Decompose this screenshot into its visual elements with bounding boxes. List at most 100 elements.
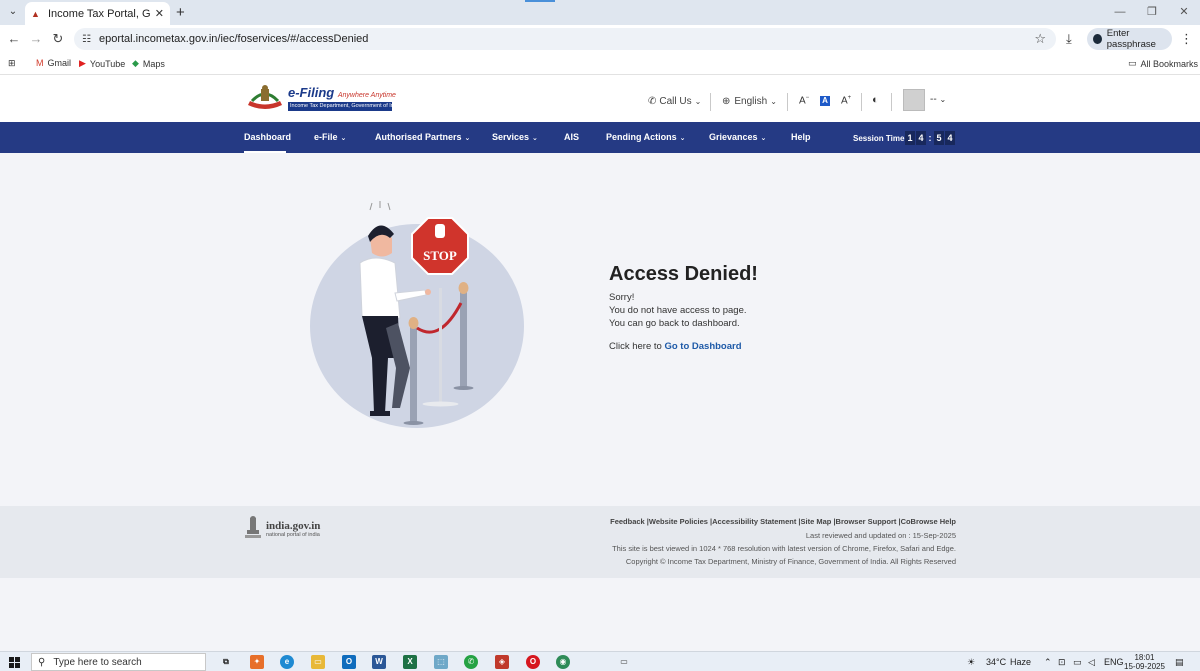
user-menu[interactable]: -- ⌄ <box>930 94 946 105</box>
header-divider <box>787 93 788 111</box>
header-divider <box>710 93 711 111</box>
session-time-label: Session Time <box>853 134 905 143</box>
nav-authorised-partners[interactable]: Authorised Partners ⌄ <box>375 132 470 142</box>
tab-search-icon[interactable]: ⌄ <box>6 5 20 19</box>
session-colon: : <box>928 133 932 143</box>
temperature[interactable]: 34°C <box>986 657 1006 667</box>
weather-icon[interactable]: ☀ <box>967 657 975 668</box>
font-decrease-button[interactable]: A− <box>799 95 809 106</box>
whatsapp-icon[interactable]: ✆ <box>464 655 478 669</box>
apps-grid-icon[interactable]: ⊞ <box>8 58 16 69</box>
call-us-dropdown[interactable]: ✆ Call Us ⌄ <box>648 96 701 107</box>
bookmark-maps[interactable]: ◆ Maps <box>132 58 165 69</box>
bookmark-label: YouTube <box>89 58 126 69</box>
font-increase-button[interactable]: A+ <box>841 95 851 106</box>
new-tab-icon[interactable]: + <box>176 4 185 21</box>
nav-ais[interactable]: AIS <box>564 132 579 142</box>
bookmark-youtube[interactable]: ▶ YouTube <box>79 58 125 69</box>
sorry-text: Sorry! <box>609 292 635 303</box>
nav-efile[interactable]: e-File ⌄ <box>314 132 346 142</box>
language-dropdown[interactable]: ⊕ English ⌄ <box>722 96 777 107</box>
income-tax-emblem-icon <box>248 85 282 109</box>
go-back-text: You can go back to dashboard. <box>609 318 740 329</box>
word-icon[interactable]: W <box>372 655 386 669</box>
gmail-icon: M <box>36 58 44 68</box>
weather-label[interactable]: Haze <box>1010 657 1031 667</box>
file-explorer-icon[interactable]: ▭ <box>311 655 325 669</box>
dashboard-prompt: Click here to Go to Dashboard <box>609 341 742 352</box>
volume-icon[interactable]: ◁ <box>1088 657 1095 668</box>
efiling-logo[interactable]: e-Filing Anywhere Anytime Income Tax Dep… <box>288 85 396 111</box>
chevron-down-icon: ⌄ <box>694 97 702 106</box>
nav-label: Services <box>492 132 530 142</box>
restore-icon[interactable]: ❐ <box>1136 0 1168 25</box>
windows-start-icon[interactable] <box>9 657 20 668</box>
national-emblem-icon[interactable] <box>244 516 262 542</box>
forward-icon[interactable]: → <box>29 32 43 46</box>
go-to-dashboard-link[interactable]: Go to Dashboard <box>664 341 741 352</box>
app-icon[interactable]: ◈ <box>495 655 509 669</box>
bookmarks-bar: ⊞ M Gmail ▶ YouTube ◆ Maps ▭ All Bookmar… <box>0 53 1200 75</box>
close-window-icon[interactable]: ✕ <box>1168 0 1200 25</box>
chevron-down-icon: ⌄ <box>340 135 347 142</box>
window-controls: — ❐ ✕ <box>1104 0 1200 25</box>
close-tab-icon[interactable]: ✕ <box>155 7 164 20</box>
header-divider <box>861 93 862 111</box>
taskbar-clock[interactable]: 18:01 15-09-2025 <box>1124 653 1165 671</box>
back-icon[interactable]: ← <box>7 32 21 46</box>
chrome-icon[interactable]: ◉ <box>556 655 570 669</box>
language-label: English <box>734 96 768 107</box>
opera-icon[interactable]: O <box>526 655 540 669</box>
edge-icon[interactable]: e <box>280 655 294 669</box>
app-icon[interactable]: ⬚ <box>434 655 448 669</box>
browser-toolbar: ← → ↻ ☷ eportal.incometax.gov.in/iec/fos… <box>0 25 1200 53</box>
passphrase-button[interactable]: Enter passphrase <box>1087 28 1172 50</box>
reload-icon[interactable]: ↻ <box>51 32 65 46</box>
network-icon[interactable]: ⊡ <box>1058 657 1066 668</box>
window-icon[interactable]: ▭ <box>617 655 631 669</box>
header-divider <box>891 93 892 111</box>
bookmark-star-icon[interactable]: ☆ <box>1034 31 1046 47</box>
chevron-down-icon: ⌄ <box>770 97 777 106</box>
nav-label: e-File <box>314 132 338 142</box>
battery-icon[interactable]: ▭ <box>1073 657 1082 668</box>
contrast-icon[interactable]: ◐ <box>872 94 879 106</box>
footer-links[interactable]: Feedback |Website Policies |Accessibilit… <box>610 517 956 526</box>
nav-dashboard[interactable]: Dashboard <box>244 132 291 142</box>
copilot-icon[interactable]: ✦ <box>250 655 264 669</box>
outlook-icon[interactable]: O <box>342 655 356 669</box>
download-icon[interactable]: ⤓ <box>1066 31 1072 47</box>
all-bookmarks[interactable]: ▭ All Bookmarks <box>1128 58 1198 69</box>
nav-services[interactable]: Services ⌄ <box>492 132 538 142</box>
last-reviewed: Last reviewed and updated on : 15-Sep-20… <box>805 531 956 540</box>
font-normal-button[interactable]: A <box>820 96 830 106</box>
clock-time: 18:01 <box>1134 653 1155 662</box>
bookmark-gmail[interactable]: M Gmail <box>36 58 71 68</box>
font-decrease-label: A <box>799 95 806 107</box>
notifications-icon[interactable]: ▤ <box>1175 657 1184 668</box>
session-digit: 4 <box>945 131 955 145</box>
session-timer: 1 4 : 5 4 <box>905 131 956 145</box>
nav-pending-actions[interactable]: Pending Actions ⌄ <box>606 132 686 142</box>
chevron-down-icon: ⌄ <box>760 135 767 142</box>
taskbar-search[interactable]: ⚲ Type here to search <box>31 653 206 671</box>
chevron-up-icon[interactable]: ⌃ <box>1044 657 1052 668</box>
excel-icon[interactable]: X <box>403 655 417 669</box>
browser-tabstrip: ⌄ ▲ Income Tax Portal, Government ✕ + — … <box>0 0 1200 25</box>
nav-help[interactable]: Help <box>791 132 811 142</box>
minimize-icon[interactable]: — <box>1104 0 1136 25</box>
avatar[interactable] <box>903 89 925 111</box>
chevron-down-icon: ⌄ <box>679 135 686 142</box>
task-view-icon[interactable]: ⧉ <box>219 655 233 669</box>
browser-tab[interactable]: ▲ Income Tax Portal, Government ✕ <box>25 2 170 25</box>
browser-menu-icon[interactable]: ⋮ <box>1180 31 1193 47</box>
site-info-icon[interactable]: ☷ <box>82 34 91 45</box>
india-gov-logo[interactable]: india.gov.in national portal of india <box>266 520 320 538</box>
language-indicator[interactable]: ENG <box>1104 657 1124 667</box>
page-background <box>0 578 1200 651</box>
search-icon: ⚲ <box>38 656 46 668</box>
page-footer: india.gov.in national portal of india Fe… <box>0 506 1200 578</box>
address-bar[interactable]: ☷ eportal.incometax.gov.in/iec/foservice… <box>74 28 1056 50</box>
nav-grievances[interactable]: Grievances ⌄ <box>709 132 766 142</box>
main-content: STOP Access Denied! Sorry! You do not ha… <box>0 153 1200 506</box>
